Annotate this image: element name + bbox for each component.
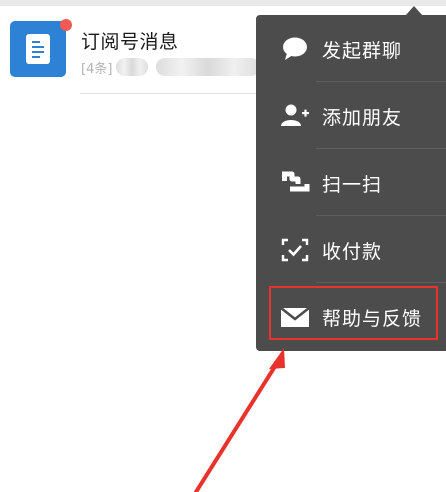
blurred-preview-text <box>156 58 260 76</box>
document-icon <box>26 34 50 64</box>
chat-bubble-icon <box>283 37 307 60</box>
unread-badge <box>60 19 72 31</box>
menu-item-pay-receive[interactable]: 收付款 <box>256 216 446 283</box>
chat-preview-count: [4条] <box>81 62 113 77</box>
menu-item-label: 扫一扫 <box>322 174 383 196</box>
subscription-avatar <box>10 21 66 77</box>
payment-scan-icon <box>281 238 309 262</box>
chat-title: 订阅号消息 <box>81 31 179 53</box>
menu-item-label: 添加朋友 <box>322 107 403 129</box>
menu-item-add-friend[interactable]: 添加朋友 <box>256 82 446 149</box>
wechat-chat-list-screen: 订阅号消息 [4条] 发起群聊 添加朋友 扫一扫 收付款 帮助与反馈 <box>0 0 446 492</box>
menu-item-label: 发起群聊 <box>322 40 403 62</box>
highlight-annotation-box <box>269 286 438 340</box>
menu-item-scan[interactable]: 扫一扫 <box>256 149 446 216</box>
menu-item-label: 收付款 <box>322 241 383 263</box>
scan-icon <box>282 171 310 192</box>
add-friend-icon <box>281 104 309 126</box>
blurred-preview-text <box>116 58 148 76</box>
menu-item-group-chat[interactable]: 发起群聊 <box>256 15 446 82</box>
